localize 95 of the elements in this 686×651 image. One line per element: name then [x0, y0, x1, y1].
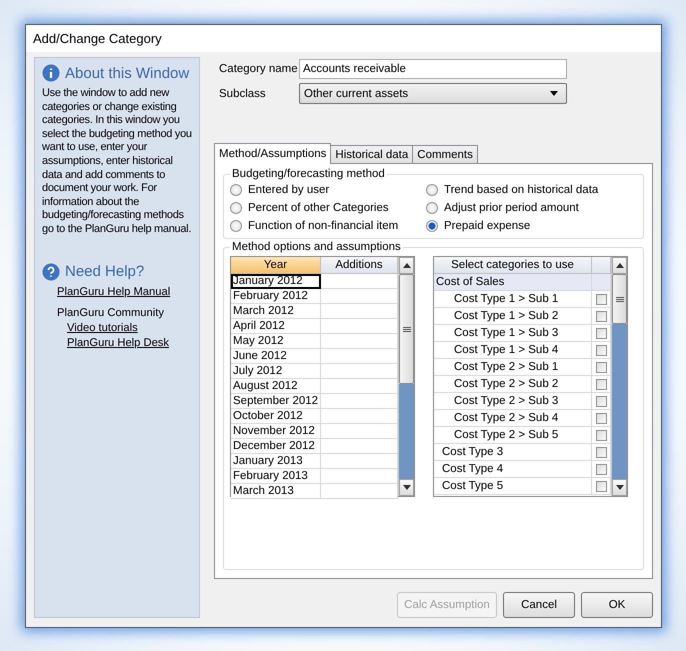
table-cell[interactable]: December 2012 [231, 439, 321, 454]
table-cell[interactable]: January 2012 [231, 274, 321, 289]
checkbox[interactable] [596, 430, 606, 440]
category-name-field[interactable]: Accounts receivable [299, 59, 567, 79]
tab[interactable]: Comments [412, 145, 478, 163]
grip-icon [402, 326, 410, 332]
table-cell[interactable] [321, 379, 398, 394]
checkbox[interactable] [596, 378, 606, 390]
table-cell[interactable] [321, 394, 398, 409]
table-cell[interactable]: March 2013 [231, 484, 321, 499]
community-label: PlanGuru Community [57, 306, 165, 319]
table-cell: Cost Type 2 > Sub 3 [434, 393, 592, 410]
table-cell[interactable] [321, 484, 398, 499]
checkbox[interactable] [596, 294, 606, 304]
column-header[interactable]: Year [231, 257, 321, 274]
window-title: Add/Change Category [33, 31, 162, 46]
column-header[interactable]: Select categories to use [434, 257, 592, 274]
checkbox[interactable] [596, 412, 606, 424]
table-cell: Cost Type 3 [434, 444, 592, 461]
table-cell[interactable]: September 2012 [231, 394, 321, 409]
help-link[interactable]: PlanGuru Help Manual [57, 286, 195, 298]
help-link[interactable]: PlanGuru Help Desk [67, 336, 195, 349]
radio-option[interactable]: Entered by user [230, 181, 426, 199]
table-cell: Cost Type 2 > Sub 4 [434, 410, 592, 427]
table-cell: Cost of Sales [434, 274, 592, 291]
help-link[interactable]: Video tutorials [67, 322, 195, 334]
table-cell[interactable] [321, 439, 398, 454]
checkbox[interactable] [596, 362, 606, 372]
table-cell[interactable]: August 2012 [231, 379, 321, 394]
sidebar-heading: About this Window [65, 64, 190, 82]
table-cell[interactable]: March 2012 [231, 304, 321, 319]
table-cell: Cost Type 4 [434, 461, 592, 478]
checkbox[interactable] [596, 480, 606, 492]
table-cell[interactable] [321, 424, 398, 439]
table-cell[interactable]: June 2012 [231, 349, 321, 364]
down-arrow-icon[interactable] [616, 485, 624, 490]
group-title: Method options and assumptions [231, 241, 402, 253]
table-cell[interactable]: April 2012 [231, 319, 321, 334]
table-cell: Cost Type 1 > Sub 4 [434, 342, 592, 359]
table-cell: Cost Type 1 > Sub 2 [434, 308, 592, 325]
radio-option[interactable]: Function of non-financial item [230, 217, 426, 235]
checkbox[interactable] [596, 396, 606, 406]
up-arrow-icon[interactable] [402, 263, 410, 268]
table-cell: Cost Type 2 > Sub 1 [434, 359, 592, 376]
help-icon [42, 262, 60, 281]
table-cell[interactable]: May 2012 [231, 334, 321, 349]
table-cell[interactable]: October 2012 [231, 409, 321, 424]
radio-option[interactable]: Prepaid expense [426, 217, 637, 235]
table-cell[interactable]: July 2012 [231, 364, 321, 379]
radio-option[interactable]: Adjust prior period amount [426, 199, 637, 217]
table-cell[interactable] [321, 454, 398, 469]
checkbox[interactable] [596, 310, 606, 322]
checkbox[interactable] [596, 464, 606, 474]
checkbox[interactable] [596, 446, 606, 458]
table-cell[interactable]: January 2013 [231, 454, 321, 469]
table-cell[interactable] [321, 334, 398, 349]
scrollbar[interactable] [611, 257, 627, 496]
radio-option[interactable]: Trend based on historical data [426, 181, 637, 199]
table-cell: Cost Type 2 > Sub 2 [434, 376, 592, 393]
dialog-button[interactable]: Cancel [503, 592, 575, 618]
up-arrow-icon[interactable] [616, 263, 624, 268]
about-text: Use the window to add new categories or change existing categories. In this window you select the budgeting method you want to use, enter your assumptions, enter historical data and add comments to document your work. For information about the budgeting/forecasting methods go to the PlanGuru help manual. [42, 87, 193, 237]
radio-option[interactable]: Percent of other Categories [230, 199, 426, 217]
table-cell: Cost Type 5 [434, 478, 592, 495]
table-cell[interactable] [321, 349, 398, 364]
table-cell: Cost Type 1 > Sub 3 [434, 325, 592, 342]
table-cell[interactable]: February 2012 [231, 289, 321, 304]
table-cell: Cost Type 2 > Sub 5 [434, 427, 592, 444]
down-arrow-icon[interactable] [402, 485, 410, 490]
group-title: Budgeting/forecasting method [231, 168, 386, 180]
field-label: Subclass [219, 88, 267, 100]
info-icon [42, 64, 60, 82]
scrollbar[interactable] [398, 257, 414, 496]
table-cell[interactable] [321, 364, 398, 379]
column-header[interactable]: Additions [321, 257, 398, 274]
table-cell[interactable] [321, 289, 398, 304]
dropdown-arrow-icon [550, 91, 558, 96]
tab[interactable]: Historical data [330, 145, 414, 163]
checkbox[interactable] [596, 328, 606, 338]
table-cell[interactable] [321, 469, 398, 484]
table-cell[interactable] [321, 304, 398, 319]
table-cell[interactable]: November 2012 [231, 424, 321, 439]
sidebar-heading: Need Help? [65, 263, 144, 280]
checkbox[interactable] [596, 344, 606, 356]
table-cell: Cost Type 1 > Sub 1 [434, 291, 592, 308]
table-cell[interactable] [321, 319, 398, 334]
subclass-dropdown[interactable]: Other current assets [299, 83, 567, 104]
grip-icon [616, 296, 624, 302]
table-cell[interactable] [321, 409, 398, 424]
dialog-button[interactable]: OK [581, 592, 653, 618]
field-label: Category name [219, 63, 299, 75]
table-cell[interactable]: February 2013 [231, 469, 321, 484]
table-cell[interactable] [321, 274, 398, 289]
tab[interactable]: Method/Assumptions [214, 143, 332, 164]
column-header[interactable] [592, 257, 611, 274]
